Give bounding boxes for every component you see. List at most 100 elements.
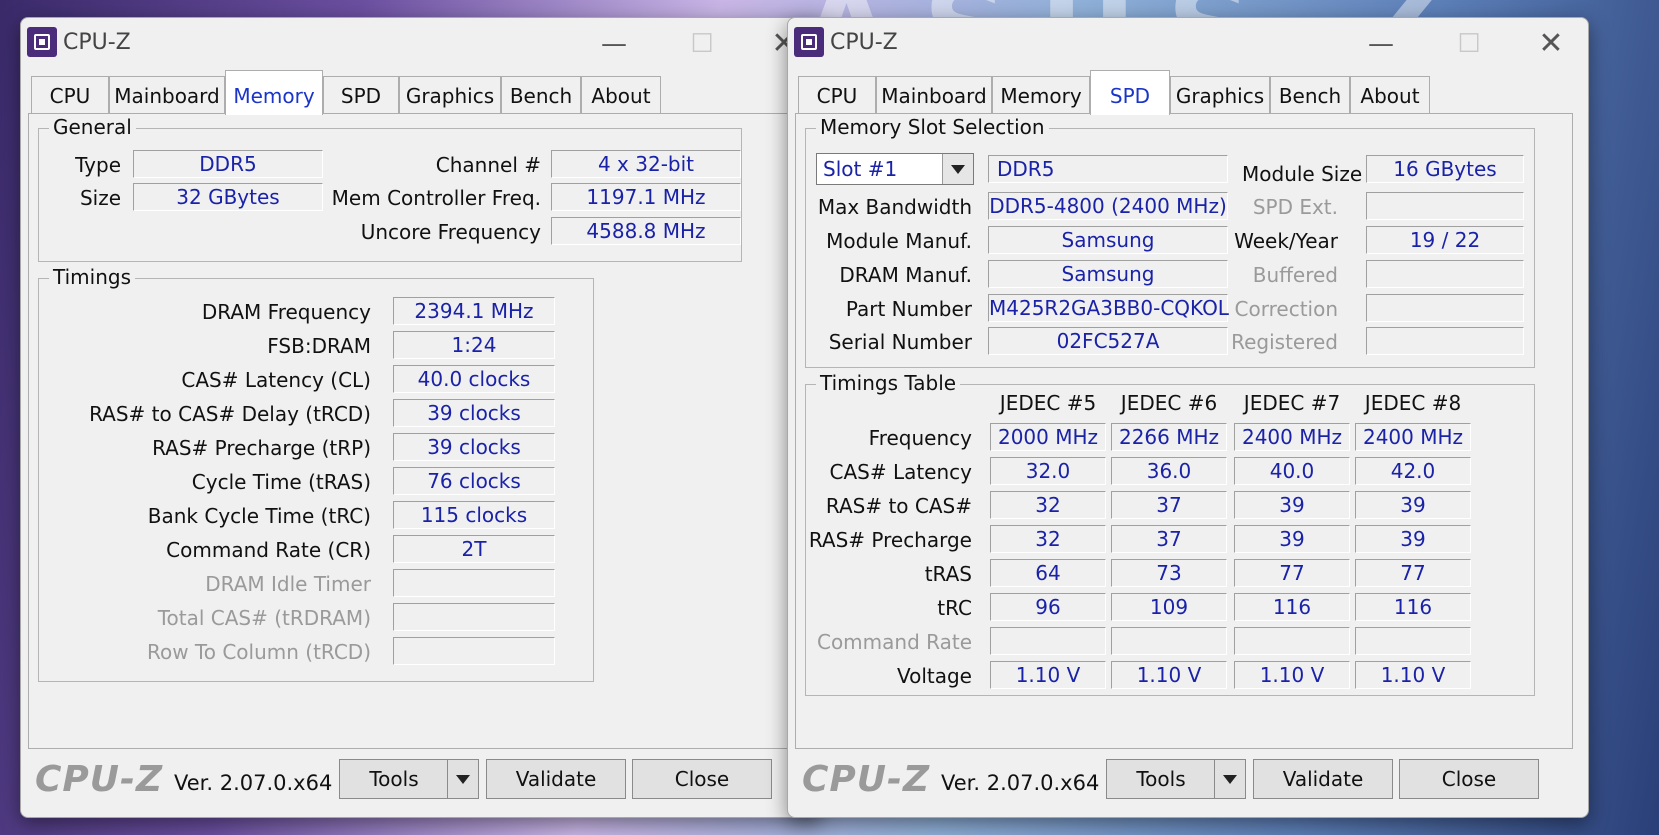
week-year-value: 19 / 22 <box>1366 226 1524 254</box>
timings-row-label: RAS# to CAS# <box>825 494 972 518</box>
slot-select-value: Slot #1 <box>823 157 898 181</box>
maximize-button[interactable]: ☐ <box>1444 26 1494 62</box>
timings-table-group: Timings Table JEDEC #5 JEDEC #6 JEDEC #7 JE… <box>805 371 1535 696</box>
cpuz-window-memory: CPU-Z — ☐ ✕ CPU Mainboard Memory SPD Gra… <box>20 17 822 818</box>
timings-cell: 1.10 V <box>1355 661 1471 689</box>
column-header: JEDEC #6 <box>1120 391 1218 415</box>
size-value: 32 GBytes <box>133 183 323 211</box>
spd-panel: Memory Slot Selection Slot #1 DDR5 Modul… <box>795 113 1573 749</box>
tab-cpu[interactable]: CPU <box>798 76 876 114</box>
tab-graphics[interactable]: Graphics <box>399 76 501 114</box>
general-group-label: General <box>49 115 136 139</box>
timings-cell: 2400 MHz <box>1355 423 1471 451</box>
timing-value: 76 clocks <box>393 467 555 495</box>
module-size-value: 16 GBytes <box>1366 155 1524 183</box>
tab-mainboard[interactable]: Mainboard <box>109 76 225 114</box>
timings-cell: 116 <box>1355 593 1471 621</box>
tools-button[interactable]: Tools <box>1106 759 1246 799</box>
dram-manuf-value: Samsung <box>988 260 1228 288</box>
close-button[interactable]: Close <box>632 759 772 799</box>
correction-value <box>1366 294 1524 322</box>
type-label: Type <box>75 153 121 177</box>
title-bar[interactable]: CPU-Z — ☐ ✕ <box>21 18 821 70</box>
timings-row-label: CAS# Latency <box>829 460 972 484</box>
timing-label: Command Rate (CR) <box>166 538 371 562</box>
module-manuf-label: Module Manuf. <box>826 229 972 253</box>
timings-cell: 77 <box>1355 559 1471 587</box>
tab-spd[interactable]: SPD <box>323 76 399 114</box>
timing-label: CAS# Latency (CL) <box>181 368 371 392</box>
timings-row-label: Frequency <box>868 426 972 450</box>
timing-label: DRAM Frequency <box>201 300 371 324</box>
memory-slot-group: Memory Slot Selection Slot #1 DDR5 Modul… <box>805 115 1535 368</box>
tab-bench[interactable]: Bench <box>1270 76 1350 114</box>
title-bar[interactable]: CPU-Z — ☐ ✕ <box>788 18 1588 70</box>
max-bandwidth-label: Max Bandwidth <box>817 195 972 219</box>
timings-cell: 2266 MHz <box>1111 423 1227 451</box>
timing-label: DRAM Idle Timer <box>205 572 371 596</box>
tools-button[interactable]: Tools <box>339 759 479 799</box>
minimize-button[interactable]: — <box>1356 26 1406 62</box>
timing-value: 2394.1 MHz <box>393 297 555 325</box>
dropdown-arrow-icon[interactable] <box>456 775 470 784</box>
dram-manuf-label: DRAM Manuf. <box>839 263 972 287</box>
timing-value <box>393 603 555 631</box>
tab-graphics[interactable]: Graphics <box>1170 76 1270 114</box>
timing-value <box>393 569 555 597</box>
timings-cell: 39 <box>1355 525 1471 553</box>
memory-panel: General Type DDR5 Size 32 GBytes Channel… <box>28 113 806 749</box>
timings-cell <box>1355 627 1471 655</box>
spd-ext-label: SPD Ext. <box>1252 195 1338 219</box>
timings-group: Timings DRAM Frequency 2394.1 MHz FSB:DRAM… <box>38 265 594 682</box>
timings-cell: 1.10 V <box>1234 661 1350 689</box>
tab-bench[interactable]: Bench <box>501 76 581 114</box>
version-text: Ver. 2.07.0.x64 <box>941 771 1100 795</box>
week-year-label: Week/Year <box>1234 229 1338 253</box>
tab-cpu[interactable]: CPU <box>31 76 109 114</box>
timings-cell: 40.0 <box>1234 457 1350 485</box>
memory-slot-group-label: Memory Slot Selection <box>816 115 1049 139</box>
footer-bar: CPU-Z Ver. 2.07.0.x64 Tools Validate Clo… <box>788 749 1588 817</box>
timings-cell: 39 <box>1234 525 1350 553</box>
cpuz-logo: CPU-Z <box>35 759 164 800</box>
tab-about[interactable]: About <box>1350 76 1430 114</box>
channel-label: Channel # <box>435 153 541 177</box>
validate-button[interactable]: Validate <box>486 759 626 799</box>
channel-value: 4 x 32-bit <box>551 150 741 178</box>
close-button[interactable]: Close <box>1399 759 1539 799</box>
timings-cell: 116 <box>1234 593 1350 621</box>
timing-value: 39 clocks <box>393 433 555 461</box>
timings-row-label: tRC <box>937 596 972 620</box>
cpuz-app-icon <box>794 27 824 57</box>
cpuz-window-spd: CPU-Z — ☐ ✕ CPU Mainboard Memory SPD Gra… <box>787 17 1589 818</box>
tab-memory[interactable]: Memory <box>992 76 1090 114</box>
minimize-button[interactable]: — <box>589 26 639 62</box>
timing-label: RAS# Precharge (tRP) <box>152 436 371 460</box>
tab-mainboard[interactable]: Mainboard <box>876 76 992 114</box>
timing-value <box>393 637 555 665</box>
validate-button[interactable]: Validate <box>1253 759 1393 799</box>
chevron-down-icon[interactable] <box>942 154 973 184</box>
timings-cell: 39 <box>1355 491 1471 519</box>
timing-label: Row To Column (tRCD) <box>146 640 371 664</box>
dropdown-arrow-icon[interactable] <box>1223 775 1237 784</box>
timings-row-label: Voltage <box>896 664 972 688</box>
timing-label: Cycle Time (tRAS) <box>191 470 371 494</box>
window-title: CPU-Z <box>830 30 898 55</box>
type-value: DDR5 <box>133 150 323 178</box>
maximize-button[interactable]: ☐ <box>677 26 727 62</box>
buffered-label: Buffered <box>1252 263 1338 287</box>
buffered-value <box>1366 260 1524 288</box>
tab-spd[interactable]: SPD <box>1090 70 1170 115</box>
tab-memory[interactable]: Memory <box>225 70 323 115</box>
timing-label: RAS# to CAS# Delay (tRCD) <box>89 402 371 426</box>
timing-label: Total CAS# (tRDRAM) <box>157 606 371 630</box>
version-text: Ver. 2.07.0.x64 <box>174 771 333 795</box>
timings-cell <box>1234 627 1350 655</box>
close-window-button[interactable]: ✕ <box>1526 26 1576 62</box>
tab-about[interactable]: About <box>581 76 661 114</box>
column-header: JEDEC #5 <box>999 391 1097 415</box>
timings-cell: 36.0 <box>1111 457 1227 485</box>
timings-group-label: Timings <box>49 265 135 289</box>
slot-select[interactable]: Slot #1 <box>816 153 974 185</box>
